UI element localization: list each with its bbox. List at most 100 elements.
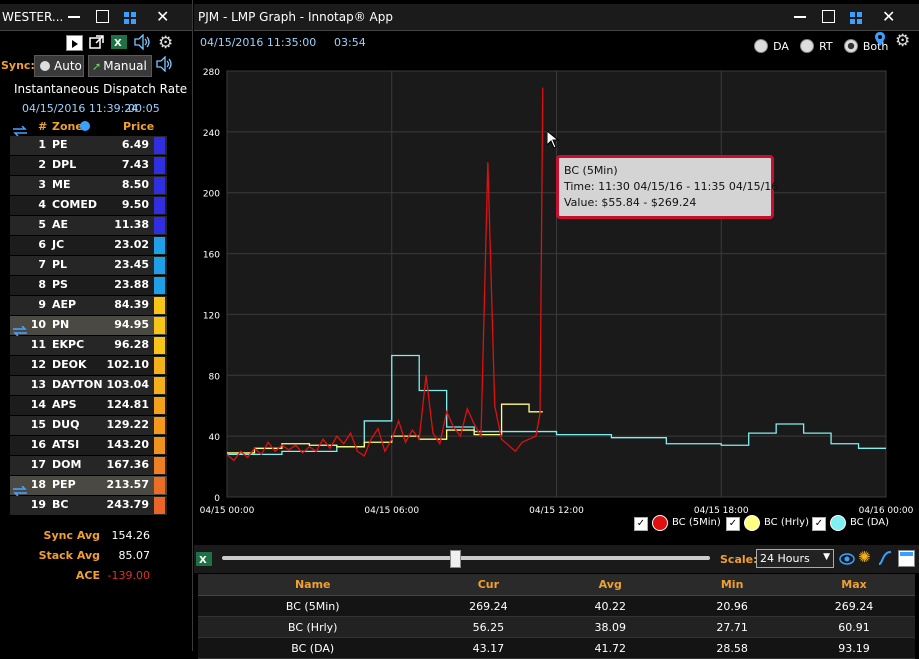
- zone-row-dpl[interactable]: 2 DPL 7.43: [10, 156, 167, 175]
- svg-text:X: X: [114, 38, 122, 49]
- zone-row-duq[interactable]: 15 DUQ 129.22: [10, 416, 167, 435]
- summary-cell: 93.19: [793, 637, 915, 659]
- location-pin-icon[interactable]: [875, 32, 885, 52]
- header-price[interactable]: Price: [123, 120, 154, 133]
- zone-row-pn[interactable]: 10 PN 94.95: [10, 316, 167, 335]
- maximize-icon[interactable]: [96, 10, 109, 23]
- zone-rank: 5: [38, 218, 46, 231]
- header-zone[interactable]: Zone: [52, 120, 83, 133]
- legend-checkbox[interactable]: ✓: [634, 517, 648, 531]
- zone-price: 213.57: [106, 478, 149, 491]
- dock-icon[interactable]: [850, 10, 863, 29]
- curve-icon[interactable]: [878, 550, 892, 570]
- summary-cell: BC (5Min): [198, 595, 428, 617]
- zone-row-pl[interactable]: 7 PL 23.45: [10, 256, 167, 275]
- zone-rank: 3: [38, 178, 46, 191]
- summary-header-min[interactable]: Min: [671, 574, 794, 596]
- zone-row-ae[interactable]: 5 AE 11.38: [10, 216, 167, 235]
- zone-price: 102.10: [106, 358, 149, 371]
- price-color-swatch: [154, 137, 165, 154]
- summary-cell: 269.24: [793, 595, 915, 617]
- zone-row-pep[interactable]: 18 PEP 213.57: [10, 476, 167, 495]
- excel-export-icon[interactable]: X: [196, 551, 212, 571]
- zone-rank: 17: [30, 458, 46, 471]
- gear-icon[interactable]: ⚙: [158, 33, 173, 53]
- dock-icon[interactable]: [124, 10, 137, 24]
- zone-row-ekpc[interactable]: 11 EKPC 96.28: [10, 336, 167, 355]
- gear-icon[interactable]: ⚙: [895, 31, 910, 51]
- close-icon[interactable]: ✕: [156, 7, 169, 26]
- x-tick-label: 04/15 12:00: [529, 506, 584, 516]
- zone-name: COMED: [52, 198, 98, 211]
- radio-both[interactable]: [843, 38, 858, 53]
- zone-name: EKPC: [52, 338, 85, 351]
- summary-table: Name Cur Avg Min Max BC (5Min) 269.24 40.22 20.9…: [198, 574, 915, 659]
- zone-row-deok[interactable]: 12 DEOK 102.10: [10, 356, 167, 375]
- zone-row-jc[interactable]: 6 JC 23.02: [10, 236, 167, 255]
- zone-row-me[interactable]: 3 ME 8.50: [10, 176, 167, 195]
- summary-cell: 40.22: [549, 595, 672, 617]
- clock-icon: [40, 61, 50, 71]
- summary-header-cur[interactable]: Cur: [427, 574, 550, 596]
- zone-rank: 1: [38, 138, 46, 151]
- minimize-icon[interactable]: [794, 16, 806, 18]
- sun-icon[interactable]: ✺: [858, 548, 871, 566]
- zone-name: BC: [52, 498, 69, 511]
- zone-name: ATSI: [52, 438, 80, 451]
- zone-row-bc[interactable]: 19 BC 243.79: [10, 496, 167, 515]
- timeline-slider-track[interactable]: [222, 556, 710, 560]
- price-color-swatch: [154, 417, 165, 434]
- y-tick-label: 240: [203, 129, 220, 139]
- zone-rank: 8: [38, 278, 46, 291]
- price-color-swatch: [154, 157, 165, 174]
- popout-icon[interactable]: [89, 34, 105, 54]
- minimize-icon[interactable]: [68, 16, 80, 18]
- legend-checkbox[interactable]: ✓: [726, 517, 740, 531]
- close-icon[interactable]: ✕: [882, 7, 895, 26]
- summary-cell: 43.17: [427, 637, 550, 659]
- lmp-chart[interactable]: 0 40 80 120 160 200 240 280 04/15 00:00 04/15 06:…: [194, 55, 919, 535]
- zone-name: DUQ: [52, 418, 80, 431]
- zone-row-ps[interactable]: 8 PS 23.88: [10, 276, 167, 295]
- play-icon[interactable]: [66, 35, 83, 51]
- y-tick-label: 280: [203, 68, 220, 78]
- zone-row-pe[interactable]: 1 PE 6.49: [10, 136, 167, 155]
- excel-export-icon[interactable]: X: [111, 34, 127, 54]
- zone-rank: 9: [38, 298, 46, 311]
- eye-icon[interactable]: [839, 551, 855, 570]
- zone-row-comed[interactable]: 4 COMED 9.50: [10, 196, 167, 215]
- zone-price: 94.95: [114, 318, 149, 331]
- radio-rt[interactable]: [800, 38, 814, 53]
- manual-sync-button[interactable]: ➚ Manual: [88, 55, 152, 77]
- maximize-icon[interactable]: [822, 10, 835, 23]
- zone-row-atsi[interactable]: 16 ATSI 143.20: [10, 436, 167, 455]
- summary-header-max[interactable]: Max: [793, 574, 915, 596]
- price-color-swatch: [154, 297, 165, 314]
- scale-select[interactable]: 24 Hours ▼: [756, 549, 834, 568]
- summary-row[interactable]: BC (5Min) 269.24 40.22 20.96 269.24: [198, 595, 915, 617]
- radio-da[interactable]: [754, 38, 768, 53]
- y-tick-label: 40: [209, 433, 221, 443]
- panel-toggle-icon[interactable]: [898, 550, 915, 567]
- sound-icon[interactable]: [156, 55, 174, 76]
- price-color-swatch: [154, 497, 165, 514]
- legend-checkbox[interactable]: ✓: [812, 517, 826, 531]
- price-color-swatch: [154, 237, 165, 254]
- summary-row[interactable]: BC (DA) 43.17 41.72 28.58 93.19: [198, 637, 915, 659]
- speaker-icon[interactable]: [134, 33, 152, 54]
- legend-label: BC (5Min): [672, 517, 721, 528]
- summary-row[interactable]: BC (Hrly) 56.25 38.09 27.71 60.91: [198, 616, 915, 638]
- auto-sync-button[interactable]: Auto: [34, 55, 84, 77]
- zone-row-aps[interactable]: 14 APS 124.81: [10, 396, 167, 415]
- timeline-toolbar: X Scale: 24 Hours ▼ ✺: [194, 545, 919, 573]
- y-tick-label: 120: [203, 311, 220, 321]
- zone-row-dom[interactable]: 17 DOM 167.36: [10, 456, 167, 475]
- zone-rank: 13: [30, 378, 46, 391]
- summary-header-name[interactable]: Name: [198, 574, 428, 596]
- zone-name: PEP: [52, 478, 76, 491]
- summary-cell: 20.96: [671, 595, 794, 617]
- zone-row-aep[interactable]: 9 AEP 84.39: [10, 296, 167, 315]
- timeline-slider-thumb[interactable]: [450, 550, 461, 568]
- zone-row-dayton[interactable]: 13 DAYTON 103.04: [10, 376, 167, 395]
- summary-header-avg[interactable]: Avg: [549, 574, 672, 596]
